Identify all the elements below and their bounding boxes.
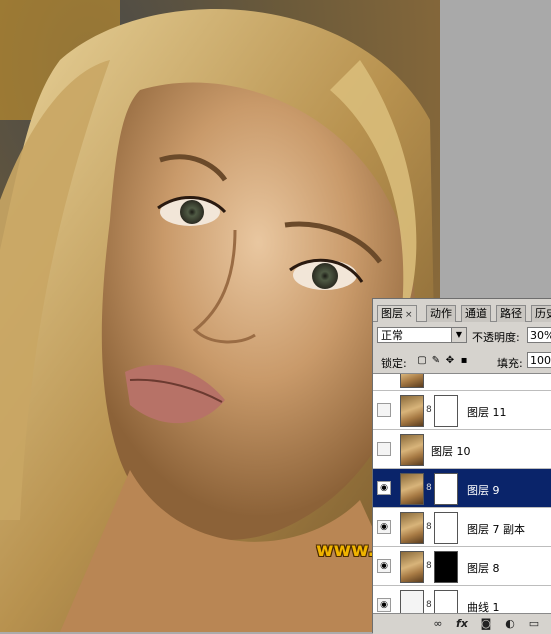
- layer-row[interactable]: ◉ 8 曲线 1: [373, 586, 551, 614]
- layer-name: 图层 7 副本: [467, 523, 525, 536]
- visibility-toggle[interactable]: [377, 403, 391, 417]
- tab-channels-label: 通道: [465, 307, 487, 320]
- lock-transparency-icon[interactable]: ▢: [417, 355, 427, 366]
- layer-thumbnail: [400, 512, 424, 544]
- eye-icon[interactable]: ◉: [377, 598, 391, 612]
- tab-paths-label: 路径: [500, 307, 522, 320]
- opacity-label: 不透明度:: [472, 331, 520, 344]
- tab-layers[interactable]: 图层 ×: [377, 305, 417, 322]
- layer-mask-thumbnail[interactable]: [434, 590, 458, 614]
- layer-list: 8 图层 11 图层 10 ◉ 8 图层 9 ◉ 8 图层 7 副本 ◉ 8 图…: [373, 373, 551, 614]
- layer-thumbnail: [400, 551, 424, 583]
- link-layers-icon[interactable]: ∞: [431, 617, 445, 631]
- layer-row[interactable]: ◉ 8 图层 7 副本: [373, 508, 551, 547]
- panel-footer: ∞ fx ◙ ◐ ▭: [373, 613, 551, 634]
- group-icon[interactable]: ▭: [527, 617, 541, 631]
- layer-name: 图层 9: [467, 484, 500, 497]
- eye-icon[interactable]: ◉: [377, 520, 391, 534]
- layer-row[interactable]: 图层 10: [373, 430, 551, 469]
- eye-icon[interactable]: ◉: [377, 481, 391, 495]
- tab-actions[interactable]: 动作: [426, 305, 456, 322]
- link-icon[interactable]: 8: [426, 561, 432, 571]
- chevron-down-icon[interactable]: ▼: [451, 328, 466, 342]
- link-icon[interactable]: 8: [426, 522, 432, 532]
- layers-panel: 图层× 动作 通道 路径 历史 正常 ▼ 不透明度: 30% 锁定: ▢ ✎ ✥…: [372, 298, 551, 634]
- fx-icon[interactable]: fx: [455, 617, 469, 631]
- layer-name: 图层 10: [431, 445, 471, 458]
- tab-channels[interactable]: 通道: [461, 305, 491, 322]
- fill-label: 填充:: [497, 357, 523, 370]
- fill-input[interactable]: 100%: [527, 352, 551, 368]
- lock-position-icon[interactable]: ✥: [445, 355, 455, 366]
- layer-thumbnail: [400, 434, 424, 466]
- layer-row-selected[interactable]: ◉ 8 图层 9: [373, 469, 551, 508]
- link-icon[interactable]: 8: [426, 483, 432, 493]
- opacity-input[interactable]: 30%: [527, 327, 551, 343]
- layer-mask-thumbnail[interactable]: [434, 473, 458, 505]
- lock-pixels-icon[interactable]: ✎: [431, 355, 441, 366]
- layer-mask-thumbnail[interactable]: [434, 395, 458, 427]
- panel-tabs: 图层× 动作 通道 路径 历史: [373, 305, 551, 322]
- layer-thumbnail: [400, 374, 424, 388]
- tab-history[interactable]: 历史: [531, 305, 551, 322]
- layer-row[interactable]: 8 图层 11: [373, 391, 551, 430]
- close-icon[interactable]: ×: [405, 310, 413, 320]
- layer-row[interactable]: ◉ 8 图层 8: [373, 547, 551, 586]
- visibility-toggle[interactable]: [377, 442, 391, 456]
- lock-all-icon[interactable]: ▪: [459, 355, 469, 366]
- tab-actions-label: 动作: [430, 307, 452, 320]
- layer-mask-thumbnail[interactable]: [434, 512, 458, 544]
- workspace-background: [440, 0, 551, 298]
- lock-label: 锁定:: [381, 357, 407, 370]
- layer-name: 图层 11: [467, 406, 507, 419]
- layer-name: 曲线 1: [467, 601, 500, 614]
- tab-paths[interactable]: 路径: [496, 305, 526, 322]
- layer-thumbnail: [400, 473, 424, 505]
- layer-row[interactable]: [373, 374, 551, 391]
- adjustment-icon[interactable]: ◐: [503, 617, 517, 631]
- layer-name: 图层 8: [467, 562, 500, 575]
- tab-history-label: 历史: [535, 307, 551, 320]
- blend-mode-value: 正常: [381, 329, 403, 342]
- layer-thumbnail: [400, 395, 424, 427]
- link-icon[interactable]: 8: [426, 600, 432, 610]
- tab-layers-label: 图层: [381, 307, 403, 320]
- link-icon[interactable]: 8: [426, 405, 432, 415]
- add-mask-icon[interactable]: ◙: [479, 617, 493, 631]
- blend-mode-select[interactable]: 正常 ▼: [377, 327, 467, 343]
- curves-adjustment-icon: [400, 590, 424, 614]
- layer-mask-thumbnail[interactable]: [434, 551, 458, 583]
- eye-icon[interactable]: ◉: [377, 559, 391, 573]
